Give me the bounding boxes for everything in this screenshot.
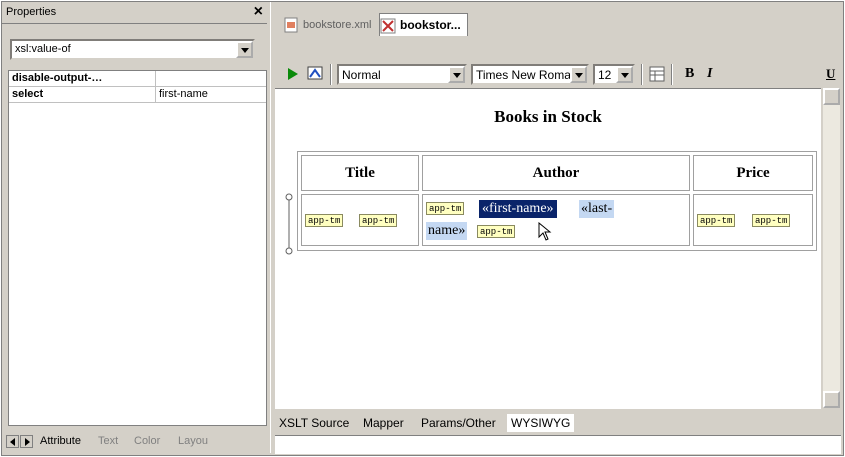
attribute-row[interactable]: select first-name <box>9 87 266 103</box>
element-select-value: xsl:value-of <box>15 43 71 55</box>
table-icon[interactable] <box>649 66 665 82</box>
properties-tabs: Attribute Text Color Layou <box>6 434 265 452</box>
properties-panel: Properties × xsl:value-of disable-output… <box>2 2 267 453</box>
vertical-scrollbar[interactable] <box>823 88 840 408</box>
font-size-select[interactable]: 12 <box>593 64 635 85</box>
format-toolbar: Normal Times New Roman 12 B I U <box>275 46 841 86</box>
template-start-tag[interactable]: app-tm <box>305 214 344 227</box>
tab-bookstore-xslt[interactable]: bookstor... <box>379 13 468 36</box>
tab-xslt-source[interactable]: XSLT Source <box>279 414 349 432</box>
tab-label: bookstore.xml <box>303 19 372 31</box>
font-size-value: 12 <box>598 68 612 82</box>
last-name-field[interactable]: «last- <box>579 200 615 218</box>
attribute-name: select <box>12 88 44 100</box>
attribute-row[interactable]: disable-output-… <box>9 71 266 87</box>
underline-button[interactable]: U <box>826 66 835 82</box>
properties-title: Properties <box>6 6 57 18</box>
attribute-name: disable-output-… <box>12 72 103 84</box>
template-start-tag[interactable]: app-tm <box>697 214 736 227</box>
column-header-title[interactable]: Title <box>301 155 419 191</box>
attribute-value[interactable]: first-name <box>159 88 208 100</box>
row-handle-icon[interactable] <box>285 193 293 255</box>
chevron-down-icon[interactable] <box>616 66 633 83</box>
tab-params-other[interactable]: Params/Other <box>421 414 496 432</box>
scroll-down-button[interactable] <box>823 391 840 408</box>
tab-bookstore-xml[interactable]: bookstore.xml <box>283 14 371 36</box>
tab-text[interactable]: Text <box>98 434 118 450</box>
column-header-author[interactable]: Author <box>422 155 690 191</box>
chevron-down-icon[interactable] <box>448 66 465 83</box>
template-end-tag[interactable]: app-tm <box>752 214 791 227</box>
tab-scroll-right-button[interactable] <box>20 435 33 448</box>
element-select[interactable]: xsl:value-of <box>10 39 255 60</box>
xml-file-icon <box>284 17 298 33</box>
template-end-tag[interactable]: app-tm <box>359 214 398 227</box>
template-end-tag[interactable]: app-tm <box>477 225 516 238</box>
style-select[interactable]: Normal <box>337 64 467 85</box>
editor-panel: bookstore.xml bookstor... Normal Times N… <box>275 2 841 454</box>
document-heading: Books in Stock <box>494 107 602 126</box>
scroll-up-button[interactable] <box>823 88 840 105</box>
play-icon[interactable] <box>287 67 299 81</box>
xslt-file-icon <box>380 18 396 34</box>
tab-wysiwyg[interactable]: WYSIWYG <box>507 414 575 432</box>
close-icon[interactable]: × <box>254 2 263 22</box>
tab-layout[interactable]: Layou <box>178 434 208 450</box>
column-header-price[interactable]: Price <box>693 155 813 191</box>
wysiwyg-canvas[interactable]: Books in Stock Title Author Price app-tm… <box>275 88 821 409</box>
status-bar <box>275 435 841 454</box>
tab-label: bookstor... <box>400 18 461 32</box>
browser-view-icon[interactable] <box>307 65 324 83</box>
tab-scroll-left-button[interactable] <box>6 435 19 448</box>
title-cell[interactable]: app-tm app-tm <box>301 194 419 246</box>
author-cell[interactable]: app-tm «first-name» «last- name» app-tm <box>422 194 690 246</box>
style-select-value: Normal <box>342 68 381 82</box>
panel-splitter[interactable] <box>270 2 274 453</box>
chevron-down-icon[interactable] <box>570 66 587 83</box>
font-select[interactable]: Times New Roman <box>471 64 589 85</box>
tab-mapper[interactable]: Mapper <box>363 414 404 432</box>
attribute-grid: disable-output-… select first-name <box>8 70 267 426</box>
chevron-down-icon[interactable] <box>236 41 253 58</box>
properties-titlebar: Properties × <box>2 2 267 24</box>
template-start-tag[interactable]: app-tm <box>426 202 465 215</box>
tab-color[interactable]: Color <box>134 434 160 450</box>
view-tabs: XSLT Source Mapper Params/Other WYSIWYG <box>275 414 841 434</box>
bold-button[interactable]: B <box>685 66 694 82</box>
tab-attribute[interactable]: Attribute <box>40 434 81 450</box>
last-name-field-continued[interactable]: name» <box>426 222 468 240</box>
mouse-cursor-icon <box>538 222 552 241</box>
first-name-field[interactable]: «first-name» <box>479 200 557 218</box>
price-cell[interactable]: app-tm app-tm <box>693 194 813 246</box>
books-table: Title Author Price app-tm app-tm app-tm … <box>297 151 817 251</box>
font-select-value: Times New Roman <box>476 68 578 82</box>
italic-button[interactable]: I <box>707 66 712 82</box>
